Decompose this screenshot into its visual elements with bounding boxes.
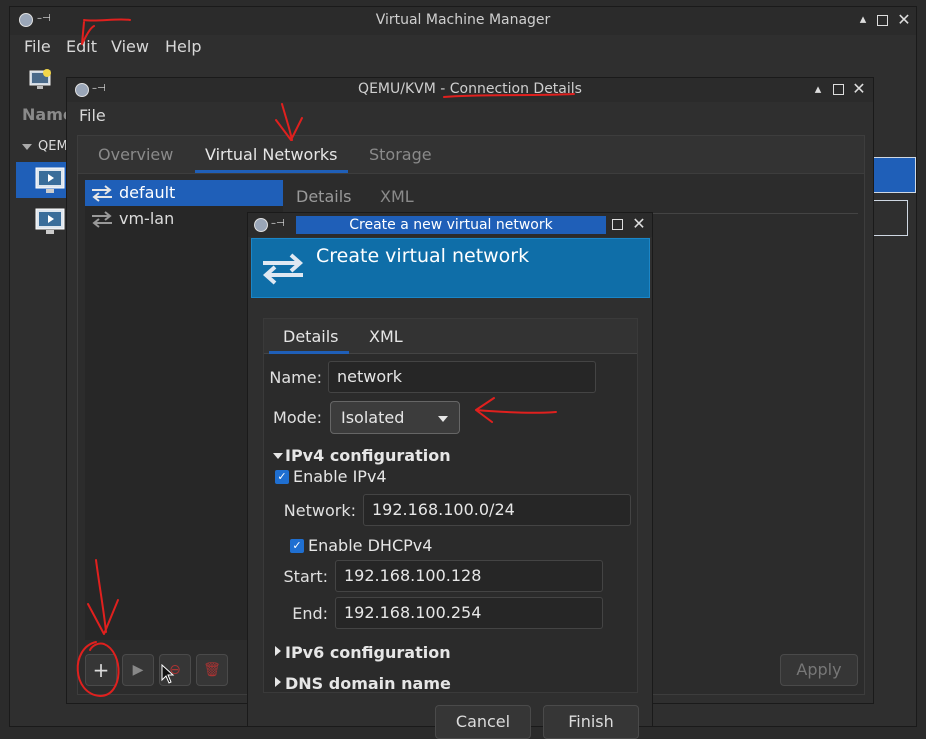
name-input[interactable]: network [328,361,596,393]
menu-view[interactable]: View [111,37,149,56]
banner-title: Create virtual network [316,245,530,267]
menu-help[interactable]: Help [165,37,201,56]
maximize-icon[interactable] [877,15,888,26]
subtab-xml[interactable]: XML [380,187,414,206]
dhcp-end-input[interactable]: 192.168.100.254 [335,597,603,629]
network-row-default[interactable]: default [85,180,283,206]
menu-file[interactable]: File [24,37,51,56]
menu-edit[interactable]: Edit [66,37,97,56]
network-input[interactable]: 192.168.100.0/24 [363,494,631,526]
start-network-button[interactable]: ▶ [122,654,154,686]
network-arrows-icon [262,253,304,285]
tab-virtual-networks[interactable]: Virtual Networks [205,145,338,164]
end-label: End: [292,604,328,623]
network-arrows-icon [92,185,112,202]
network-name: default [119,183,176,202]
dropdown-arrow-icon [438,416,448,422]
finish-button[interactable]: Finish [543,705,639,739]
enable-dhcp-label: Enable DHCPv4 [308,536,433,555]
dialog-notebook: Details XML Name: network Mode: Isolated… [263,318,638,693]
pin-icon[interactable]: –⊣ [271,218,285,229]
start-label: Start: [283,567,328,586]
main-titlebar: –⊣ Virtual Machine Manager ▴ ✕ [10,7,916,35]
dhcp-start-input[interactable]: 192.168.100.128 [335,560,603,592]
close-icon[interactable]: ✕ [852,81,866,97]
tab-active-underline [195,170,348,173]
main-window-title: Virtual Machine Manager [375,12,551,28]
title-prefix: QEMU/KVM - [358,81,450,97]
window-menu-icon[interactable]: ▴ [811,83,825,97]
dialog-tab-xml[interactable]: XML [369,327,403,346]
new-vm-icon[interactable] [29,69,53,91]
ipv4-section-header[interactable]: IPv4 configuration [285,446,451,465]
cancel-button[interactable]: Cancel [435,705,531,739]
details-menu-file[interactable]: File [79,106,106,125]
subtab-details[interactable]: Details [296,187,351,206]
maximize-icon[interactable] [833,84,844,95]
network-arrows-icon [92,211,112,228]
enable-ipv4-checkbox[interactable]: ✓ [275,470,289,484]
window-menu-icon[interactable]: ▴ [856,13,870,27]
name-label: Name: [269,368,322,387]
close-icon[interactable]: ✕ [632,216,646,232]
mode-label: Mode: [273,408,322,427]
enable-ipv4-label: Enable IPv4 [293,467,387,486]
details-window-title: QEMU/KVM - Connection Details [67,81,873,97]
network-label: Network: [283,501,356,520]
dns-section-header[interactable]: DNS domain name [285,674,451,693]
mode-dropdown[interactable]: Isolated [330,401,460,434]
vm-row-2-graph [872,200,908,236]
apply-button[interactable]: Apply [780,654,858,686]
title-suffix: Connection Details [449,81,582,97]
group-expander-icon[interactable] [22,144,32,150]
enable-dhcp-checkbox[interactable]: ✓ [290,539,304,553]
network-name: vm-lan [119,209,175,228]
mouse-cursor-icon [161,664,175,684]
add-network-button[interactable]: + [85,654,117,686]
delete-network-button[interactable]: 🗑 [196,654,228,686]
ipv6-section-header[interactable]: IPv6 configuration [285,643,451,662]
create-network-dialog: –⊣ Create a new virtual network ✕ Create… [247,212,653,739]
details-titlebar: –⊣ QEMU/KVM - Connection Details ▴ ✕ [67,78,873,102]
mode-value: Isolated [341,408,405,427]
dialog-tab-underline [269,351,349,354]
close-icon[interactable]: ✕ [897,12,911,28]
vm-row-1-graph [872,157,916,193]
ipv4-expander-icon[interactable] [273,453,283,459]
ipv6-expander-icon[interactable] [275,646,281,656]
dns-expander-icon[interactable] [275,677,281,687]
dialog-title: Create a new virtual network [296,216,606,234]
dialog-titlebar: –⊣ Create a new virtual network ✕ [248,213,652,237]
app-icon [254,218,268,232]
maximize-icon[interactable] [612,219,623,230]
dialog-tab-details[interactable]: Details [283,327,338,346]
details-tabbar [78,136,864,174]
tab-overview[interactable]: Overview [98,145,173,164]
tab-storage[interactable]: Storage [369,145,432,164]
dialog-banner: Create virtual network [251,238,650,298]
